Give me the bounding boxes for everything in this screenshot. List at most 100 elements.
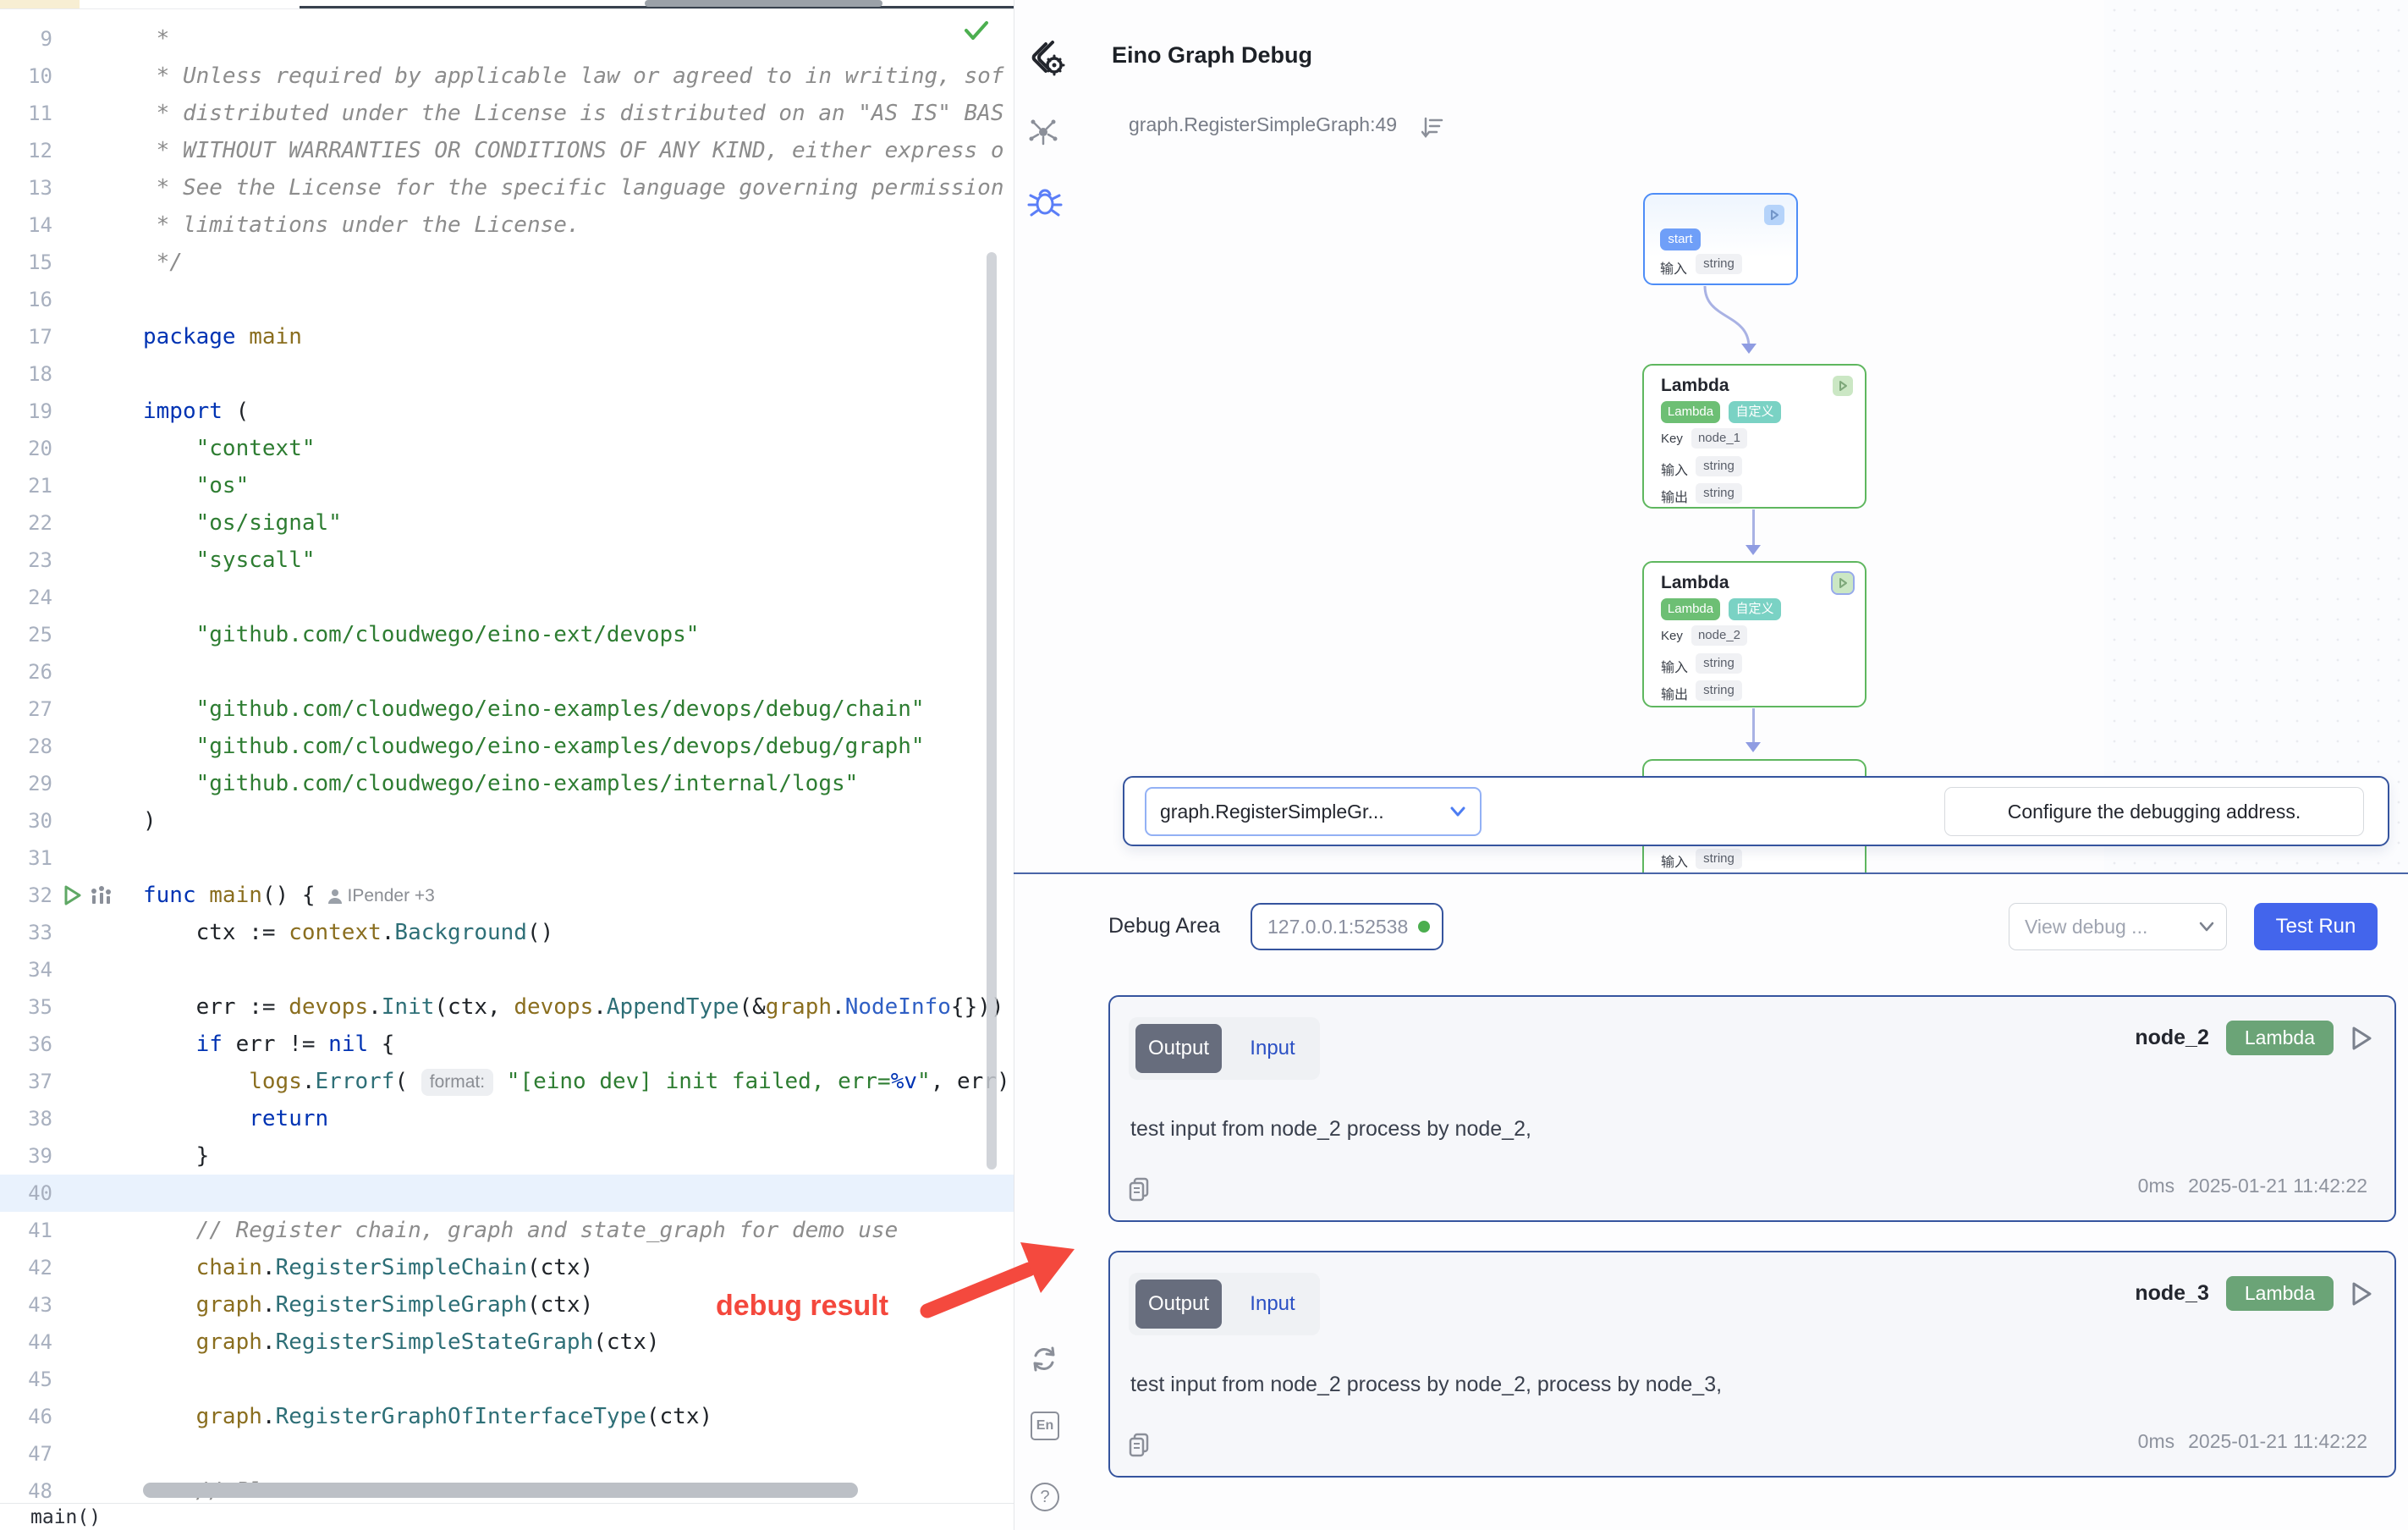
code-line-12[interactable]: 12 * WITHOUT WARRANTIES OR CONDITIONS OF… — [0, 132, 1014, 169]
code-line-28[interactable]: 28 "github.com/cloudwego/eino-examples/d… — [0, 728, 1014, 765]
code-line-9[interactable]: 9 * — [0, 20, 1014, 58]
sort-icon[interactable] — [1421, 115, 1447, 140]
graph-node-lambda-2[interactable]: Lambda Lambda 自定义 Key node_2 输入 string 输… — [1642, 561, 1866, 707]
code-line-25[interactable]: 25 "github.com/cloudwego/eino-ext/devops… — [0, 616, 1014, 653]
code-line-18[interactable]: 18 — [0, 355, 1014, 393]
edge-node1-node2 — [1752, 509, 1755, 547]
graph-location-label[interactable]: graph.RegisterSimpleGraph:49 — [1129, 113, 1397, 136]
test-run-button[interactable]: Test Run — [2254, 903, 2378, 950]
play-icon[interactable] — [2350, 1026, 2372, 1051]
run-node-button-selected[interactable] — [1833, 573, 1853, 593]
graph-node-3-bottom[interactable]: 输入 string — [1642, 846, 1866, 872]
tab-input[interactable]: Input — [1232, 1017, 1313, 1080]
code-line-44[interactable]: 44 graph.RegisterSimpleStateGraph(ctx) — [0, 1324, 1014, 1361]
code-line-20[interactable]: 20 "context" — [0, 430, 1014, 467]
line-number: 33 — [0, 914, 52, 951]
line-number: 40 — [0, 1175, 52, 1212]
line-number: 38 — [0, 1100, 52, 1137]
code-line-22[interactable]: 22 "os/signal" — [0, 504, 1014, 542]
line-number: 19 — [0, 393, 52, 430]
language-icon[interactable]: En — [1031, 1412, 1059, 1440]
code-line-15[interactable]: 15 */ — [0, 244, 1014, 281]
node-tag-custom: 自定义 — [1729, 401, 1781, 423]
duration: 0ms — [2138, 1175, 2174, 1197]
tab-input[interactable]: Input — [1232, 1273, 1313, 1335]
play-icon[interactable] — [2350, 1281, 2372, 1307]
graph-canvas[interactable] — [2104, 0, 2408, 873]
node-tag-custom: 自定义 — [1729, 598, 1781, 620]
debug-address-badge[interactable]: 127.0.0.1:52538 — [1251, 903, 1443, 950]
copy-icon[interactable] — [1127, 1432, 1151, 1457]
chevron-down-icon — [2199, 922, 2214, 932]
graph-node-3-top[interactable] — [1642, 759, 1866, 778]
copy-icon[interactable] — [1127, 1176, 1151, 1202]
code-line-27[interactable]: 27 "github.com/cloudwego/eino-examples/d… — [0, 691, 1014, 728]
code-line-39[interactable]: 39 } — [0, 1137, 1014, 1175]
line-number: 30 — [0, 802, 52, 839]
code-line-11[interactable]: 11 * distributed under the License is di… — [0, 95, 1014, 132]
code-line-45[interactable]: 45 — [0, 1361, 1014, 1398]
debug-area-label: Debug Area — [1108, 914, 1220, 938]
code-line-19[interactable]: 19import ( — [0, 393, 1014, 430]
graph-select[interactable]: graph.RegisterSimpleGr... — [1145, 787, 1482, 836]
code-line-33[interactable]: 33 ctx := context.Background() — [0, 914, 1014, 951]
input-type: string — [1696, 254, 1742, 274]
output-type: string — [1696, 483, 1742, 504]
line-number: 22 — [0, 504, 52, 542]
code-line-14[interactable]: 14 * limitations under the License. — [0, 206, 1014, 244]
code-line-16[interactable]: 16 — [0, 281, 1014, 318]
code-line-10[interactable]: 10 * Unless required by applicable law o… — [0, 58, 1014, 95]
line-number: 46 — [0, 1398, 52, 1435]
code-line-13[interactable]: 13 * See the License for the specific la… — [0, 169, 1014, 206]
bug-icon[interactable] — [1027, 184, 1063, 218]
start-tag: start — [1660, 228, 1701, 250]
line-number: 37 — [0, 1063, 52, 1100]
code-line-40[interactable]: 40 — [0, 1175, 1014, 1212]
line-number: 43 — [0, 1286, 52, 1324]
code-line-34[interactable]: 34 — [0, 951, 1014, 988]
breadcrumb[interactable]: main() — [30, 1506, 101, 1528]
code-line-41[interactable]: 41 // Register chain, graph and state_gr… — [0, 1212, 1014, 1249]
code-line-37[interactable]: 37 logs.Errorf( format: "[eino dev] init… — [0, 1063, 1014, 1100]
code-line-31[interactable]: 31 — [0, 839, 1014, 877]
code-line-30[interactable]: 30) — [0, 802, 1014, 839]
code-line-36[interactable]: 36 if err != nil { — [0, 1026, 1014, 1063]
profiler-icon[interactable] — [90, 884, 112, 906]
result-content: test input from node_2 process by node_2… — [1130, 1117, 1531, 1142]
result-card-node-3[interactable]: Output Input node_3 Lambda test input fr… — [1108, 1251, 2396, 1478]
code-line-24[interactable]: 24 — [0, 579, 1014, 616]
tab-output[interactable]: Output — [1135, 1024, 1222, 1073]
graph-node-icon[interactable] — [1029, 118, 1058, 147]
code-line-32[interactable]: 32func main() {IPender +3 — [0, 877, 1014, 914]
refresh-icon[interactable] — [1029, 1344, 1059, 1374]
tab-output[interactable]: Output — [1135, 1280, 1222, 1329]
code-line-35[interactable]: 35 err := devops.Init(ctx, devops.Append… — [0, 988, 1014, 1026]
code-line-17[interactable]: 17package main — [0, 318, 1014, 355]
code-line-26[interactable]: 26 — [0, 653, 1014, 691]
run-main-icon[interactable] — [61, 884, 83, 906]
help-icon[interactable]: ? — [1031, 1483, 1059, 1511]
code-authors-hint[interactable]: IPender +3 — [327, 878, 435, 915]
code-line-21[interactable]: 21 "os" — [0, 467, 1014, 504]
code-line-23[interactable]: 23 "syscall" — [0, 542, 1014, 579]
result-card-node-2[interactable]: Output Input node_2 Lambda test input fr… — [1108, 995, 2396, 1222]
editor-horizontal-scrollbar[interactable] — [143, 1483, 858, 1498]
line-number: 16 — [0, 281, 52, 318]
view-debug-dropdown[interactable]: View debug ... — [2009, 903, 2227, 950]
section-divider — [1014, 872, 2408, 874]
editor-vertical-scrollbar[interactable] — [987, 252, 997, 1170]
graph-node-start[interactable]: start 输入 string — [1643, 193, 1798, 285]
inspection-ok-icon[interactable] — [964, 19, 989, 41]
run-node-button[interactable] — [1764, 205, 1784, 225]
top-scrollbar-thumb[interactable] — [645, 0, 882, 7]
graph-node-lambda-1[interactable]: Lambda Lambda 自定义 Key node_1 输入 string 输… — [1642, 364, 1866, 509]
code-line-42[interactable]: 42 chain.RegisterSimpleChain(ctx) — [0, 1249, 1014, 1286]
code-line-47[interactable]: 47 — [0, 1435, 1014, 1472]
code-line-29[interactable]: 29 "github.com/cloudwego/eino-examples/i… — [0, 765, 1014, 802]
code-line-46[interactable]: 46 graph.RegisterGraphOfInterfaceType(ct… — [0, 1398, 1014, 1435]
code-line-38[interactable]: 38 return — [0, 1100, 1014, 1137]
key-label: Key — [1661, 432, 1683, 446]
run-node-button[interactable] — [1833, 376, 1853, 396]
line-number: 41 — [0, 1212, 52, 1249]
configure-address-button[interactable]: Configure the debugging address. — [1944, 787, 2364, 836]
